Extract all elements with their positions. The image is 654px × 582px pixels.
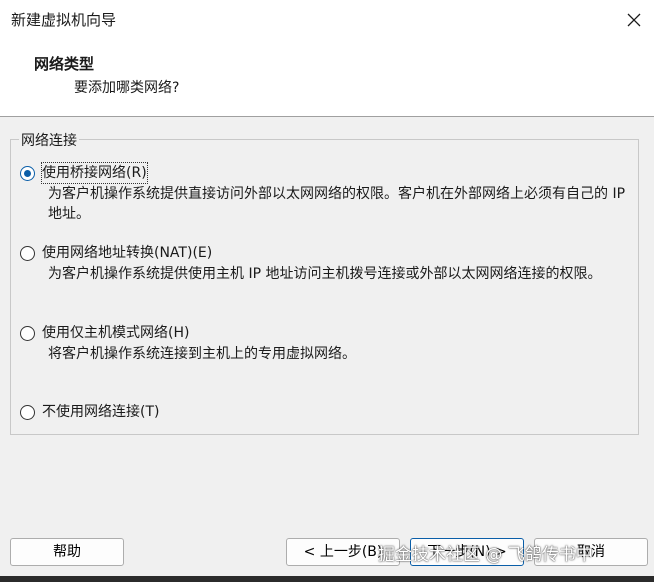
taskbar-strip bbox=[0, 576, 654, 582]
option-host-only-desc: 将客户机操作系统连接到主机上的专用虚拟网络。 bbox=[48, 346, 356, 362]
group-title: 网络连接 bbox=[19, 130, 79, 150]
radio-bridged[interactable] bbox=[20, 166, 35, 181]
close-icon bbox=[627, 13, 641, 27]
option-host-only-label[interactable]: 使用仅主机模式网络(H) bbox=[42, 323, 189, 343]
option-bridged-label[interactable]: 使用桥接网络(R) bbox=[41, 162, 148, 184]
radio-host-only[interactable] bbox=[20, 326, 35, 341]
help-button[interactable]: 帮助 bbox=[10, 538, 124, 566]
radio-no-network[interactable] bbox=[20, 405, 35, 420]
wizard-header: 网络类型 要添加哪类网络? bbox=[0, 40, 654, 117]
page-title: 网络类型 bbox=[34, 55, 95, 73]
close-button[interactable] bbox=[614, 0, 654, 40]
option-nat-desc: 为客户机操作系统提供使用主机 IP 地址访问主机拨号连接或外部以太网网络连接的权… bbox=[48, 266, 602, 282]
option-no-network-label[interactable]: 不使用网络连接(T) bbox=[42, 402, 159, 422]
window-title: 新建虚拟机向导 bbox=[11, 11, 117, 29]
title-bar: 新建虚拟机向导 bbox=[0, 0, 654, 40]
option-bridged-desc: 为客户机操作系统提供直接访问外部以太网网络的权限。客户机在外部网络上必须有自己的… bbox=[48, 186, 626, 222]
radio-nat[interactable] bbox=[20, 246, 35, 261]
page-subtitle: 要添加哪类网络? bbox=[74, 80, 180, 96]
option-nat-label[interactable]: 使用网络地址转换(NAT)(E) bbox=[42, 243, 212, 263]
watermark: 掘金技术社区 @ 飞鸽传书中 bbox=[378, 545, 593, 565]
